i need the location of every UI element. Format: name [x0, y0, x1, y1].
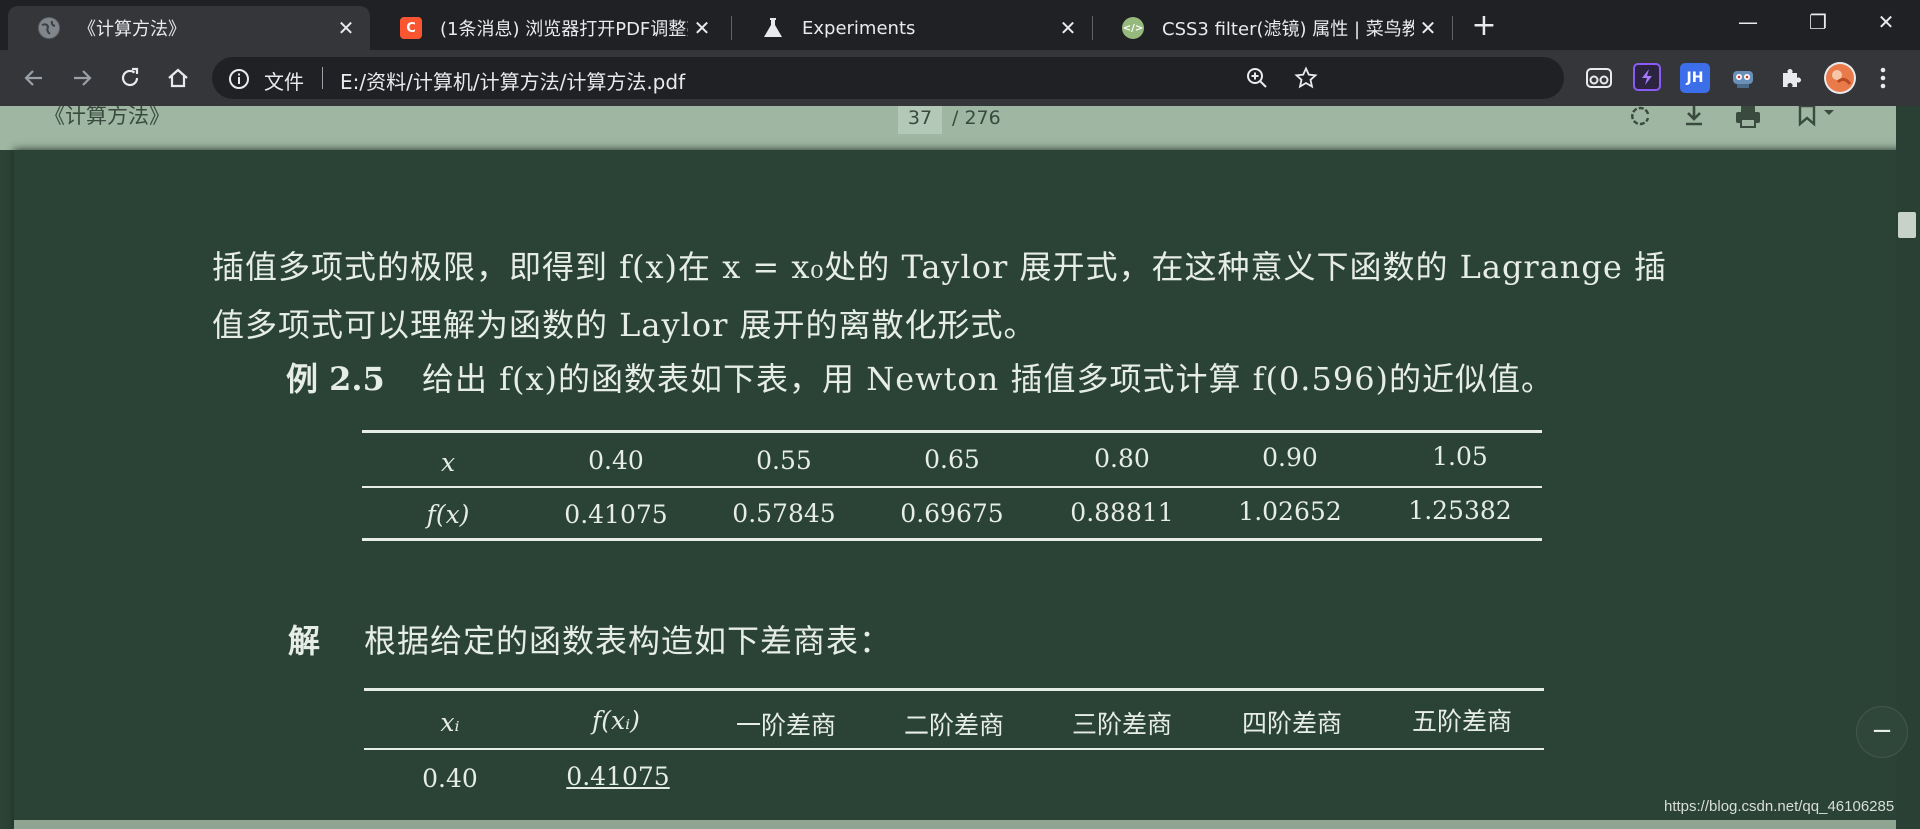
zoom-icon[interactable] [1246, 67, 1268, 93]
table-rule-top [362, 430, 1542, 433]
table-cell: 1.05 [1432, 442, 1488, 471]
table-cell: 0.80 [1094, 444, 1150, 473]
page-number-input[interactable]: 37 [898, 106, 942, 134]
tab-strip: 《计算方法》 ✕ C (1条消息) 浏览器打开PDF调整亮 ✕ Experime… [0, 0, 1920, 50]
table-header: 五阶差商 [1411, 707, 1512, 736]
bookmark-menu-icon[interactable] [1798, 106, 1838, 132]
download-icon[interactable] [1682, 106, 1706, 132]
body-text-line-2: 值多项式可以理解为函数的 Laylor 展开的离散化形式。 [212, 306, 1037, 344]
tab-csdn[interactable]: C (1条消息) 浏览器打开PDF调整亮 ✕ [370, 6, 726, 50]
restore-icon[interactable]: ❐ [1788, 4, 1848, 40]
pdf-viewer: 《计算方法》 37 / 276 插值多项式的极限，即得到 f(x)在 x = x… [0, 106, 1920, 829]
globe-icon [38, 17, 60, 39]
table-cell: 0.40 [588, 446, 644, 475]
reload-button[interactable] [112, 60, 148, 96]
tab-separator [1452, 16, 1453, 40]
table-header: f(xᵢ) [592, 706, 640, 735]
close-tab-icon[interactable]: ✕ [1414, 16, 1442, 40]
tab-title: (1条消息) 浏览器打开PDF调整亮 [440, 19, 688, 40]
close-tab-icon[interactable]: ✕ [1054, 16, 1082, 40]
url-text[interactable]: E:/资料/计算机/计算方法/计算方法.pdf [340, 66, 685, 95]
page-total: / 276 [952, 107, 1001, 129]
runoob-icon: </> [1122, 17, 1144, 39]
table-row-header: x [440, 448, 456, 477]
tab-experiments[interactable]: Experiments ✕ [732, 6, 1092, 50]
security-label: 文件 [264, 70, 304, 94]
table-header: 二阶差商 [903, 711, 1004, 740]
table-cell: 0.57845 [732, 499, 836, 528]
back-arrow-icon [24, 70, 42, 86]
csdn-icon: C [400, 17, 422, 39]
pdf-toolbar: 《计算方法》 37 / 276 [0, 106, 1920, 150]
table-header: xᵢ [440, 708, 460, 737]
solution-label: 解 [288, 622, 321, 660]
forward-button[interactable] [64, 60, 100, 96]
reader-mode-icon[interactable] [1584, 63, 1614, 93]
extension-bot-icon[interactable] [1728, 63, 1758, 93]
table-rule-middle [362, 486, 1542, 488]
example-label: 例 2.5 [286, 360, 385, 398]
table-cell: 1.25382 [1408, 496, 1512, 525]
body-text-line-1: 插值多项式的极限，即得到 f(x)在 x = x₀处的 Taylor 展开式，在… [212, 248, 1668, 286]
table-cell: 0.40 [422, 764, 478, 793]
table-rule-bottom [362, 538, 1542, 541]
watermark-text: https://blog.csdn.net/qq_46106285 [1664, 798, 1895, 815]
extension-purple-icon[interactable] [1633, 63, 1661, 91]
example-text: 给出 f(x)的函数表如下表，用 Newton 插值多项式计算 f(0.596)… [422, 360, 1555, 398]
table-cell: 0.88811 [1070, 498, 1174, 527]
table-header: 三阶差商 [1071, 710, 1172, 739]
address-bar[interactable]: 文件 E:/资料/计算机/计算方法/计算方法.pdf [212, 57, 1564, 99]
new-tab-button[interactable]: + [1466, 8, 1502, 44]
home-icon [168, 68, 188, 88]
horizontal-scrollbar[interactable] [14, 820, 1896, 829]
avatar[interactable] [1824, 62, 1856, 94]
close-tab-icon[interactable]: ✕ [332, 16, 360, 40]
tab-title: CSS3 filter(滤镜) 属性 | 菜鸟教程 [1162, 19, 1414, 40]
bookmark-star-icon[interactable] [1294, 66, 1318, 94]
table-rule-middle [364, 748, 1544, 750]
home-button[interactable] [160, 60, 196, 96]
table-cell: 0.55 [756, 446, 812, 475]
puzzle-icon[interactable] [1776, 63, 1806, 93]
print-icon[interactable] [1734, 106, 1762, 132]
pdf-title: 《计算方法》 [44, 106, 170, 128]
jh-extension-icon[interactable]: JH [1680, 63, 1710, 93]
table-row-header: f(x) [426, 500, 470, 529]
back-button[interactable] [16, 60, 52, 96]
scrollbar-thumb[interactable] [1898, 212, 1916, 238]
table-cell: 0.65 [924, 445, 980, 474]
solution-text: 根据给定的函数表构造如下差商表： [364, 622, 893, 660]
rotate-icon[interactable] [1628, 106, 1652, 132]
info-icon[interactable] [228, 68, 250, 94]
close-tab-icon[interactable]: ✕ [688, 16, 716, 40]
minimize-icon[interactable]: — [1718, 4, 1778, 40]
table-cell: 0.41075 [564, 500, 668, 529]
tab-runoob[interactable]: </> CSS3 filter(滤镜) 属性 | 菜鸟教程 ✕ [1092, 6, 1452, 50]
zoom-out-button[interactable]: − [1856, 706, 1908, 758]
table-rule-top [364, 688, 1544, 691]
table-cell: 0.41075 [566, 762, 670, 791]
flask-icon [762, 17, 784, 39]
menu-kebab-icon[interactable] [1868, 63, 1898, 93]
tab-pdf[interactable]: 《计算方法》 ✕ [8, 6, 370, 50]
forward-arrow-icon [74, 70, 92, 86]
table-cell: 1.02652 [1238, 497, 1342, 526]
tab-title: Experiments [802, 17, 916, 39]
table-header: 四阶差商 [1241, 709, 1342, 738]
browser-toolbar: 文件 E:/资料/计算机/计算方法/计算方法.pdf JH [0, 50, 1920, 106]
table-cell: 0.90 [1262, 443, 1318, 472]
close-window-icon[interactable]: ✕ [1856, 4, 1916, 40]
table-cell: 0.69675 [900, 499, 1004, 528]
table-header: 一阶差商 [735, 711, 836, 740]
reload-icon [121, 67, 139, 87]
divider [322, 67, 323, 89]
tab-title: 《计算方法》 [78, 19, 186, 40]
